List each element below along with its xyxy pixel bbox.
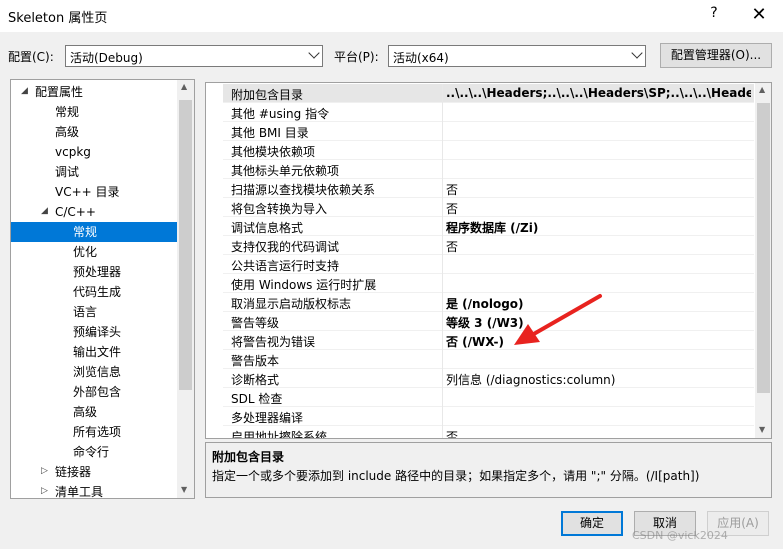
watermark: CSDN @vick2024 [632, 529, 728, 542]
annotation-arrow-icon [514, 294, 602, 345]
annotation-arrow-shaft [530, 294, 602, 337]
